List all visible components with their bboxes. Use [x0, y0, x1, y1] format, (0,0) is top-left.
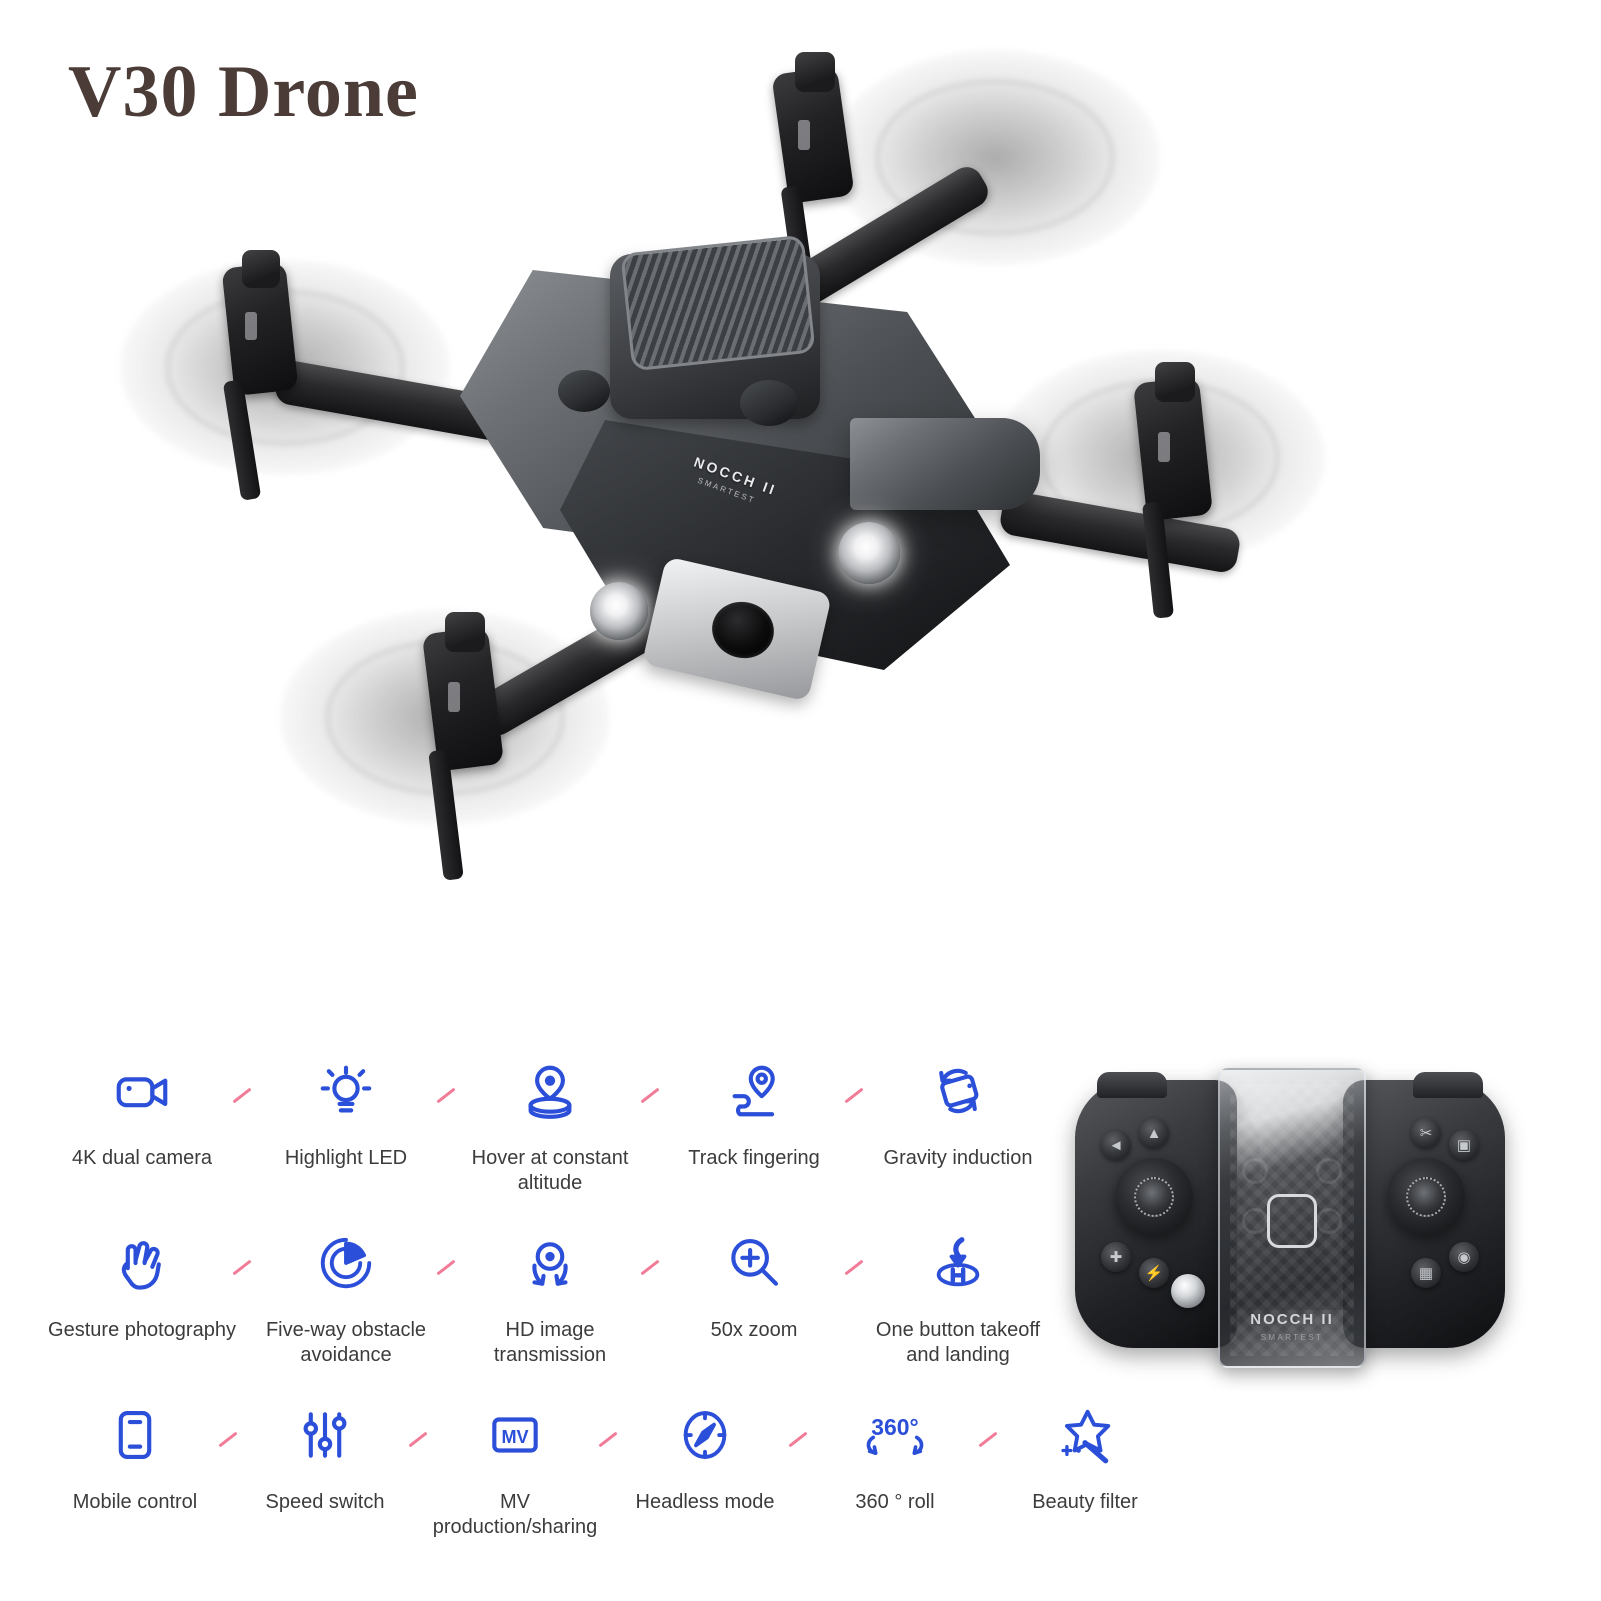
drone-motor-cap-rear-right	[795, 52, 835, 92]
feature-gravity-induction[interactable]: Gravity induction	[856, 1040, 1060, 1171]
feature-label: 4K dual camera	[71, 1147, 213, 1169]
remote-joystick-left[interactable]	[1115, 1158, 1193, 1236]
remote-button-right-up[interactable]: ✂	[1411, 1118, 1441, 1148]
feature-grid: 4K dual camera Highlight LED Hover at co…	[40, 1040, 1138, 1570]
feature-speed-switch[interactable]: Speed switch	[230, 1384, 428, 1515]
feature-label: Highlight LED	[284, 1147, 408, 1169]
drone-led-left	[590, 582, 648, 640]
remote-shoulder-button-left[interactable]	[1097, 1072, 1167, 1098]
feature-takeoff-landing[interactable]: One button takeoff and landing	[856, 1212, 1060, 1368]
remote-button-right-down[interactable]: ▦	[1411, 1258, 1441, 1288]
sliders-icon	[292, 1402, 358, 1468]
drone-body: NOCCH II SMARTEST	[440, 230, 1080, 710]
feature-label: 50x zoom	[710, 1319, 798, 1341]
feature-beauty-filter[interactable]: Beauty filter	[990, 1384, 1180, 1515]
mv-box-icon: MV	[482, 1402, 548, 1468]
drone-motor-shine-rear-left	[245, 312, 257, 340]
remote-mount-hole-bottom-left	[1242, 1208, 1268, 1234]
drone-sensor-lens-right	[740, 380, 798, 426]
remote-grip-left: ◄ ▲ ✚ ⚡	[1075, 1072, 1237, 1348]
drone-motor-shine-front-right	[1158, 432, 1170, 462]
remote-power-button[interactable]	[1171, 1274, 1205, 1308]
feature-row-3: Mobile control Speed switch MV MV produc…	[40, 1384, 1180, 1554]
drone-figure: NOCCH II SMARTEST	[120, 50, 1325, 950]
hand-gesture-icon	[109, 1230, 175, 1296]
remote-shoulder-button-right[interactable]	[1413, 1072, 1483, 1098]
remote-mount-hole-top-left	[1242, 1158, 1268, 1184]
feature-headless-mode[interactable]: Headless mode	[610, 1384, 808, 1515]
feature-row-2: Gesture photography Five-way obstacle av…	[40, 1212, 1060, 1382]
drone-motor-cap-front-right	[1155, 362, 1195, 402]
drone-sensor-grill	[620, 234, 816, 372]
product-marketing-page: V30 Drone NOCCH II SMARTEST 4K dual came…	[0, 0, 1601, 1601]
remote-button-left-down[interactable]: ✚	[1101, 1242, 1131, 1272]
remote-phone-clip[interactable]	[1267, 1194, 1317, 1248]
feature-label: Gesture photography	[48, 1319, 236, 1341]
feature-label: One button takeoff and landing	[875, 1319, 1041, 1367]
magic-wand-star-icon	[1052, 1402, 1118, 1468]
image-transmission-icon	[517, 1230, 583, 1296]
feature-hover-altitude[interactable]: Hover at constant altitude	[448, 1040, 660, 1196]
video-camera-icon	[109, 1058, 175, 1124]
compass-icon	[672, 1402, 738, 1468]
remote-grip-right: ✂ ▣ ▦ ◉	[1343, 1072, 1505, 1348]
rotate-360-icon: 360°	[854, 1402, 936, 1468]
magnifier-plus-icon	[721, 1230, 787, 1296]
track-path-pin-icon	[721, 1058, 787, 1124]
remote-mount-hole-top-right	[1316, 1158, 1342, 1184]
lightbulb-icon	[313, 1058, 379, 1124]
remote-mount-hole-bottom-right	[1316, 1208, 1342, 1234]
feature-label: Headless mode	[635, 1491, 775, 1513]
takeoff-landing-icon	[925, 1230, 991, 1296]
remote-controller-image: ◄ ▲ ✚ ⚡ ✂ ▣ ▦ ◉ NOCCH II SMARTEST	[1075, 1062, 1505, 1382]
feature-label: Mobile control	[72, 1491, 198, 1513]
remote-button-left-down2[interactable]: ⚡	[1139, 1258, 1169, 1288]
feature-label: 360 ° roll	[855, 1491, 935, 1513]
feature-mobile-control[interactable]: Mobile control	[40, 1384, 238, 1515]
radar-obstacle-icon	[313, 1230, 379, 1296]
svg-text:MV: MV	[501, 1427, 528, 1447]
remote-joystick-right[interactable]	[1387, 1158, 1465, 1236]
feature-4k-dual-camera[interactable]: 4K dual camera	[40, 1040, 252, 1171]
svg-text:360°: 360°	[871, 1414, 918, 1440]
feature-label: MV production/sharing	[432, 1491, 598, 1539]
feature-label: Speed switch	[265, 1491, 385, 1513]
hover-altitude-icon	[517, 1058, 583, 1124]
feature-obstacle-avoidance[interactable]: Five-way obstacle avoidance	[244, 1212, 456, 1368]
hero-product-image: NOCCH II SMARTEST	[0, 40, 1601, 990]
feature-mv-production[interactable]: MV MV production/sharing	[420, 1384, 618, 1540]
remote-button-left-up[interactable]: ◄	[1101, 1130, 1131, 1160]
remote-button-left-up2[interactable]: ▲	[1139, 1118, 1169, 1148]
remote-brand-tagline: SMARTEST	[1260, 1333, 1324, 1342]
gravity-tilt-icon	[925, 1058, 991, 1124]
mobile-phone-icon	[102, 1402, 168, 1468]
feature-label: Gravity induction	[883, 1147, 1033, 1169]
feature-hd-image-transmission[interactable]: HD image transmission	[448, 1212, 660, 1368]
drone-sensor-lens-left	[558, 370, 610, 412]
drone-tail-fin	[850, 418, 1040, 510]
remote-phone-holder: NOCCH II SMARTEST	[1218, 1068, 1366, 1368]
feature-label: Hover at constant altitude	[471, 1147, 629, 1195]
drone-motor-shine-rear-right	[798, 120, 810, 150]
feature-label: Five-way obstacle avoidance	[265, 1319, 427, 1367]
feature-gesture-photography[interactable]: Gesture photography	[40, 1212, 252, 1343]
feature-track-fingering[interactable]: Track fingering	[652, 1040, 864, 1171]
remote-button-right-up2[interactable]: ▣	[1449, 1130, 1479, 1160]
feature-label: HD image transmission	[493, 1319, 607, 1367]
drone-led-right	[838, 522, 900, 584]
feature-label: Beauty filter	[1032, 1491, 1138, 1513]
feature-label: Track fingering	[688, 1147, 820, 1169]
feature-360-roll[interactable]: 360° 360 ° roll	[800, 1384, 998, 1515]
remote-button-right-down2[interactable]: ◉	[1449, 1242, 1479, 1272]
feature-highlight-led[interactable]: Highlight LED	[244, 1040, 456, 1171]
drone-motor-cap-rear-left	[242, 250, 280, 288]
feature-50x-zoom[interactable]: 50x zoom	[652, 1212, 864, 1343]
remote-brand-label: NOCCH II	[1250, 1311, 1334, 1328]
feature-row-1: 4K dual camera Highlight LED Hover at co…	[40, 1040, 1060, 1210]
